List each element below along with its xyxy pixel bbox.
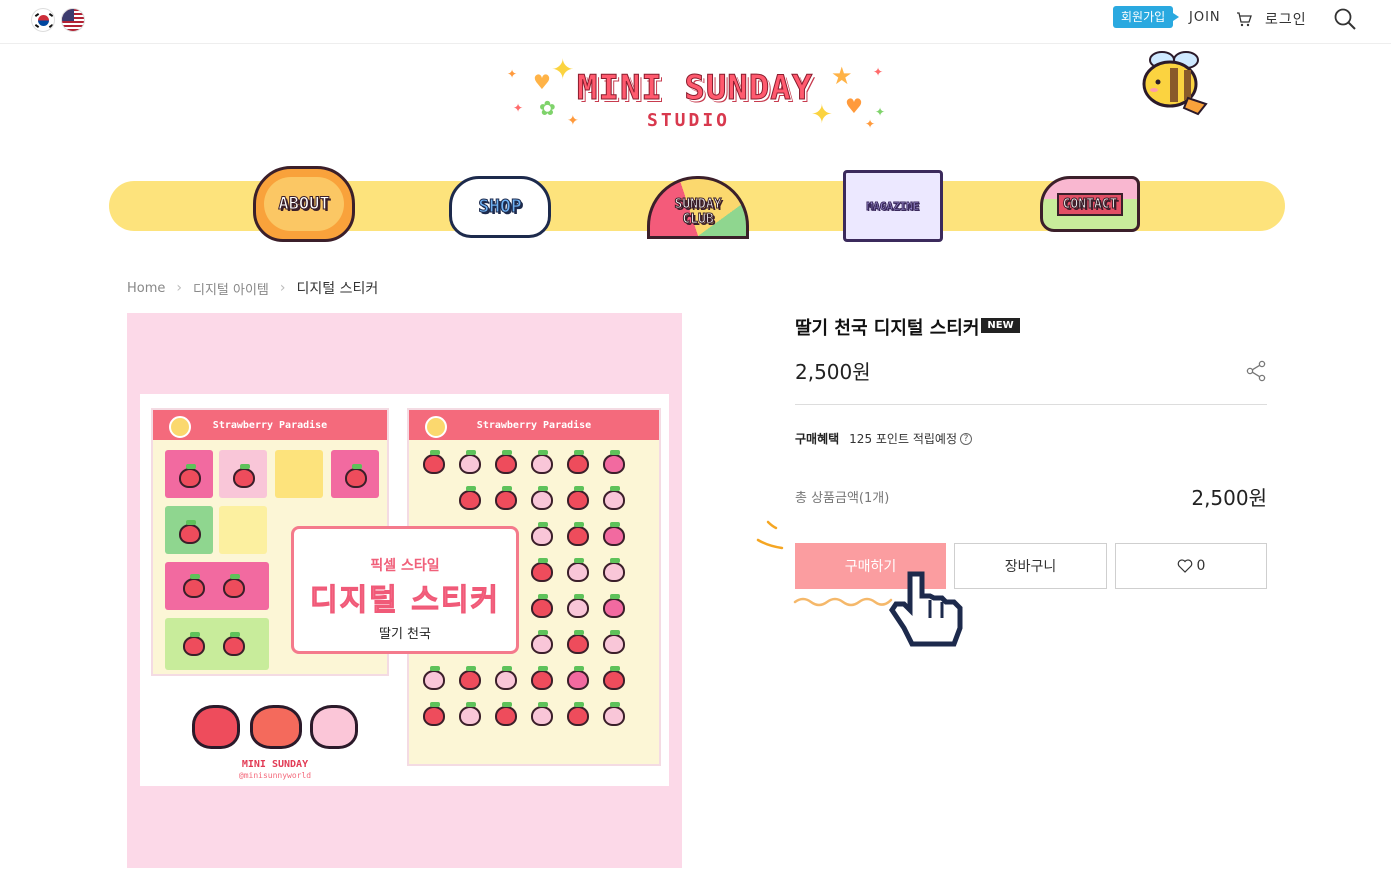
chevron-right-icon: › bbox=[279, 280, 286, 296]
sparkle-icon: ✦ bbox=[873, 65, 884, 79]
breadcrumb-current: 디지털 스티커 bbox=[296, 281, 379, 297]
image-overlay-label: 픽셀 스타일 디지털 스티커 딸기 천국 bbox=[291, 526, 519, 654]
heart-deco-icon: ♥ bbox=[845, 94, 863, 118]
nav-about[interactable]: ABOUT bbox=[253, 166, 355, 242]
add-to-cart-button[interactable]: 장바구니 bbox=[954, 543, 1107, 589]
logo-subtitle: STUDIO bbox=[647, 110, 731, 131]
search-icon[interactable] bbox=[1333, 7, 1357, 31]
product-title-row: 딸기 천국 디지털 스티커 NEW bbox=[795, 314, 1020, 340]
site-logo[interactable]: ✦ ♥ ✦ ✿ ✦ ✦ ★ ✦ ♥ ✦ ✦ ✦ MINI SUNDAY STUD… bbox=[505, 52, 887, 138]
join-link[interactable]: JOIN bbox=[1189, 10, 1221, 25]
breadcrumb-category[interactable]: 디지털 아이템 bbox=[193, 279, 269, 298]
signup-badge[interactable]: 회원가입 bbox=[1113, 6, 1180, 28]
pink-bunny-sticker bbox=[310, 705, 358, 749]
sparkle-icon: ✦ bbox=[513, 101, 524, 115]
breadcrumb-home[interactable]: Home bbox=[127, 281, 165, 296]
sparkle-icon: ✦ bbox=[875, 105, 886, 119]
flower-icon: ✿ bbox=[539, 96, 556, 120]
like-button[interactable]: 0 bbox=[1115, 543, 1267, 589]
star-icon: ✦ bbox=[551, 53, 575, 86]
heart-deco-icon: ♥ bbox=[533, 70, 551, 94]
logo-title: MINI SUNDAY bbox=[576, 68, 814, 109]
sheet-title-left: Strawberry Paradise bbox=[212, 419, 328, 431]
nav-club-label-line1: SUNDAY bbox=[674, 196, 722, 212]
login-link[interactable]: 로그인 bbox=[1265, 9, 1307, 29]
divider bbox=[795, 404, 1267, 405]
purchase-benefit: 구매혜택 125 포인트 적립예정 ? bbox=[795, 430, 972, 447]
like-count: 0 bbox=[1196, 558, 1206, 574]
product-title: 딸기 천국 디지털 스티커 bbox=[795, 318, 980, 339]
new-badge: NEW bbox=[981, 317, 1020, 333]
brand-name: MINI SUNDAY bbox=[241, 759, 309, 770]
benefit-label: 구매혜택 bbox=[795, 432, 840, 446]
usa-flag-icon[interactable] bbox=[61, 8, 85, 32]
nav-magazine[interactable]: MAGAZINE bbox=[843, 170, 943, 242]
sparkle-icon: ✦ bbox=[507, 67, 518, 81]
breadcrumb: Home › 디지털 아이템 › 디지털 스티커 bbox=[127, 278, 378, 298]
sparkle-icon: ✦ bbox=[567, 113, 579, 129]
overlay-line3: 딸기 천국 bbox=[379, 627, 431, 642]
sheet-title-right: Strawberry Paradise bbox=[476, 419, 592, 431]
total-price: 2,500원 bbox=[1191, 486, 1267, 510]
nav-contact-label: CONTACT bbox=[1056, 192, 1124, 216]
share-icon[interactable] bbox=[1245, 360, 1267, 382]
nav-shop-label: SHOP bbox=[478, 196, 522, 217]
overlay-line2: 디지털 스티커 bbox=[309, 583, 501, 619]
sheet-logo-icon bbox=[425, 416, 447, 438]
heart-icon bbox=[1177, 559, 1192, 573]
star-icon: ★ bbox=[831, 62, 853, 90]
nav-magazine-label: MAGAZINE bbox=[866, 199, 920, 213]
sparkle-icon: ✦ bbox=[865, 117, 876, 131]
top-bar: 회원가입 JOIN 로그인 bbox=[0, 0, 1391, 44]
strawberry-sticker bbox=[250, 705, 302, 749]
overlay-line1: 픽셀 스타일 bbox=[370, 558, 440, 574]
brand-handle: @minisunnyworld bbox=[238, 771, 312, 780]
nav-contact[interactable]: CONTACT bbox=[1040, 176, 1140, 232]
pointer-hand-icon bbox=[888, 571, 963, 647]
korea-flag-icon[interactable] bbox=[31, 8, 55, 32]
benefit-value: 125 포인트 적립예정 bbox=[849, 432, 957, 446]
total-label: 총 상품금액(1개) bbox=[795, 491, 890, 506]
nav-about-label: ABOUT bbox=[278, 193, 330, 214]
bee-mascot-icon bbox=[1142, 51, 1208, 116]
strawberry-bear-sticker bbox=[192, 705, 240, 749]
product-price: 2,500원 bbox=[795, 360, 871, 384]
nav-shop[interactable]: SHOP bbox=[449, 176, 551, 238]
nav-club-label-line2: CLUB bbox=[682, 211, 714, 227]
help-icon[interactable]: ? bbox=[960, 432, 972, 445]
product-image-card: Strawberry Paradise Strawberry Paradise bbox=[140, 394, 669, 786]
squiggle-decoration bbox=[793, 597, 893, 607]
star-icon: ✦ bbox=[811, 100, 833, 130]
cart-icon[interactable] bbox=[1236, 11, 1252, 27]
squiggle-decoration bbox=[756, 520, 784, 550]
sheet-logo-icon bbox=[169, 416, 191, 438]
product-image[interactable]: Strawberry Paradise Strawberry Paradise bbox=[127, 313, 682, 868]
chevron-right-icon: › bbox=[176, 280, 182, 296]
